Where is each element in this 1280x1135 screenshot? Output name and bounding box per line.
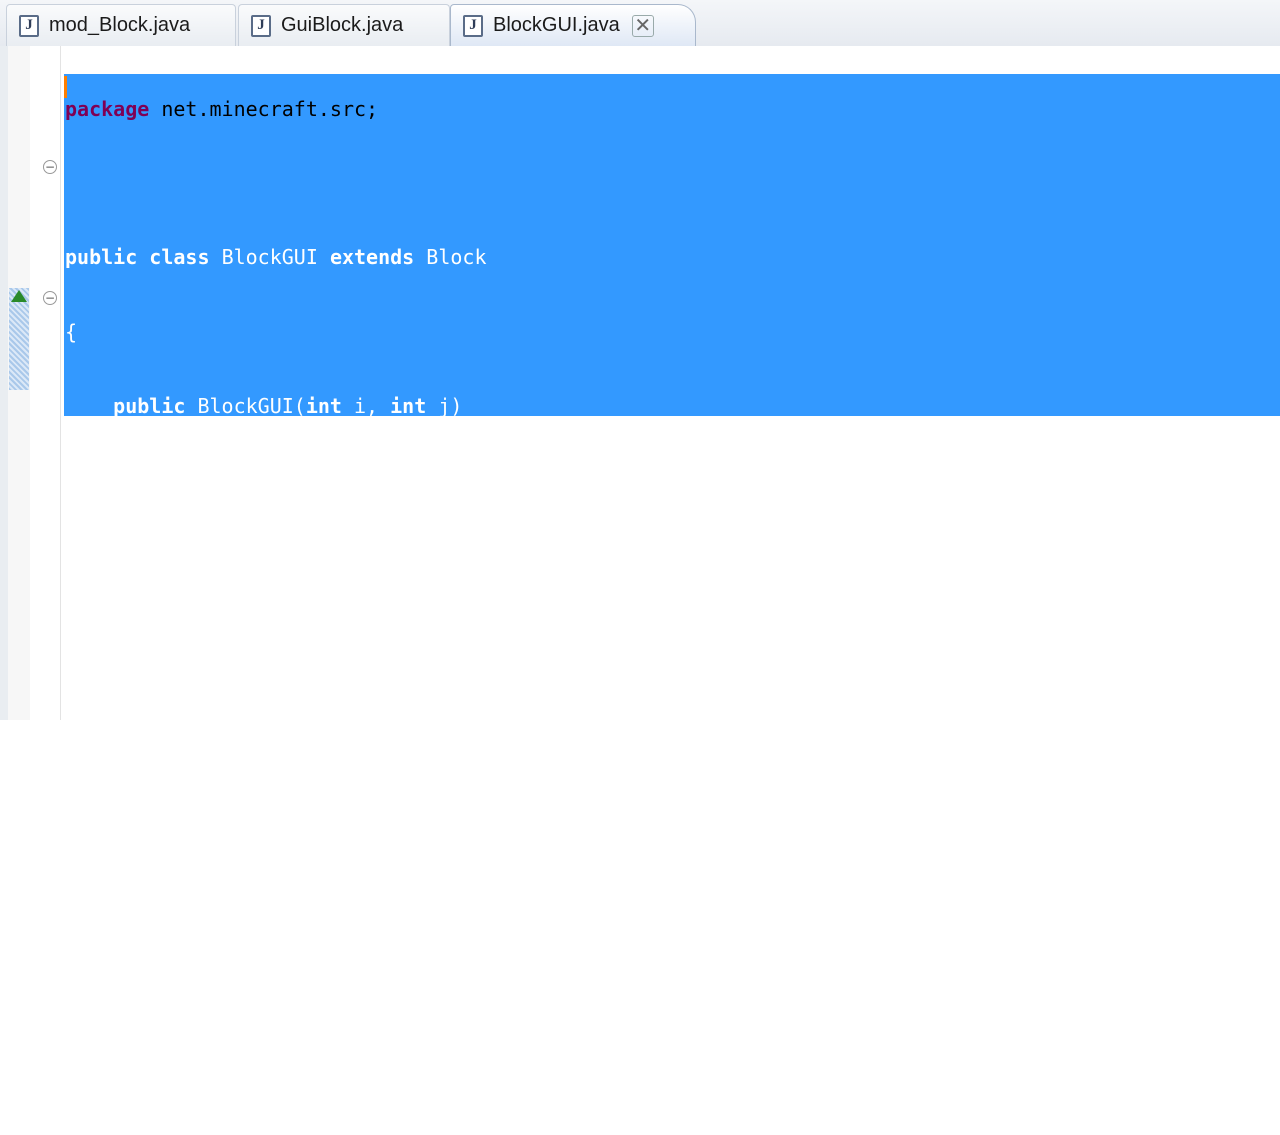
keyword: package xyxy=(65,97,150,121)
brace: } xyxy=(65,1061,78,1086)
code-text-run: i, xyxy=(341,393,391,418)
code-text-run: i, xyxy=(667,764,716,789)
java-file-icon: J xyxy=(463,14,483,37)
code-line: { xyxy=(65,319,1197,345)
code-text[interactable]: package net.minecraft.src; public class … xyxy=(65,48,1197,1135)
keyword: class xyxy=(149,245,210,270)
keyword: boolean xyxy=(197,764,282,789)
code-text-run: net.minecraft.src; xyxy=(149,97,379,121)
brace: { xyxy=(113,467,126,492)
override-indicator-icon[interactable] xyxy=(11,290,27,302)
code-line: return true; xyxy=(65,912,1197,938)
code-editor[interactable]: − − package net.minecraft.src; public cl… xyxy=(0,46,1280,1085)
code-line: package net.minecraft.src; xyxy=(65,96,1197,122)
code-text-run: ; xyxy=(293,913,306,938)
tab-guiblock-java[interactable]: J GuiBlock.java xyxy=(238,4,450,46)
brace: { xyxy=(113,838,126,863)
code-line: super(i, j, Material.iron); xyxy=(65,541,1197,567)
java-file-icon: J xyxy=(251,14,271,37)
keyword: public xyxy=(65,245,138,270)
code-text-run: blockActivated(World world, xyxy=(293,764,631,789)
class-name: BlockGUI xyxy=(221,245,318,270)
code-line: } xyxy=(65,615,1197,641)
collapse-icon[interactable]: − xyxy=(43,291,57,305)
code-text-run: k, EntityPlayer entityplayer) xyxy=(835,764,1197,789)
code-line: public BlockGUI(int i, int j) xyxy=(65,393,1197,419)
code-line: { xyxy=(65,467,1197,493)
collapse-icon[interactable]: − xyxy=(43,160,57,174)
code-line: public boolean blockActivated(World worl… xyxy=(65,764,1197,790)
keyword: int xyxy=(715,764,752,789)
code-line: { xyxy=(65,838,1197,864)
class-name: Block xyxy=(426,245,487,270)
keyword: extends xyxy=(329,245,415,270)
folding-column xyxy=(30,46,61,720)
keyword: public xyxy=(113,393,186,418)
keyword: return xyxy=(161,913,234,938)
code-line: } xyxy=(65,1060,1197,1086)
code-text-run: j) xyxy=(426,393,463,418)
code-text-run: j, xyxy=(751,764,800,789)
tab-label: GuiBlock.java xyxy=(281,14,404,36)
keyword: super xyxy=(161,542,222,567)
code-text-run: ); xyxy=(462,542,487,567)
brace: } xyxy=(113,987,126,1012)
override-marker-stripe xyxy=(9,288,29,390)
tab-mod-block-java[interactable]: J mod_Block.java xyxy=(6,4,236,46)
keyword: int xyxy=(305,393,342,418)
brace: { xyxy=(65,319,78,344)
code-line: public class BlockGUI extends Block xyxy=(65,244,1197,270)
editor-tab-bar: J mod_Block.java J GuiBlock.java J Block… xyxy=(0,0,1280,47)
keyword: true xyxy=(245,913,294,938)
keyword: int xyxy=(390,393,427,418)
close-icon[interactable]: ✕ xyxy=(631,14,654,37)
keyword: int xyxy=(630,764,668,789)
tab-label: mod_Block.java xyxy=(49,14,191,36)
brace: } xyxy=(113,616,126,641)
static-field: iron xyxy=(414,542,463,567)
keyword: public xyxy=(113,764,186,789)
keyword: int xyxy=(799,764,836,789)
java-file-icon: J xyxy=(19,14,39,37)
code-line: } xyxy=(65,986,1197,1012)
code-text-run: BlockGUI( xyxy=(197,393,306,418)
code-text-run: (i, j, Material. xyxy=(221,542,415,567)
tab-blockgui-java[interactable]: J BlockGUI.java ✕ xyxy=(450,4,696,46)
tab-label: BlockGUI.java xyxy=(493,14,620,36)
